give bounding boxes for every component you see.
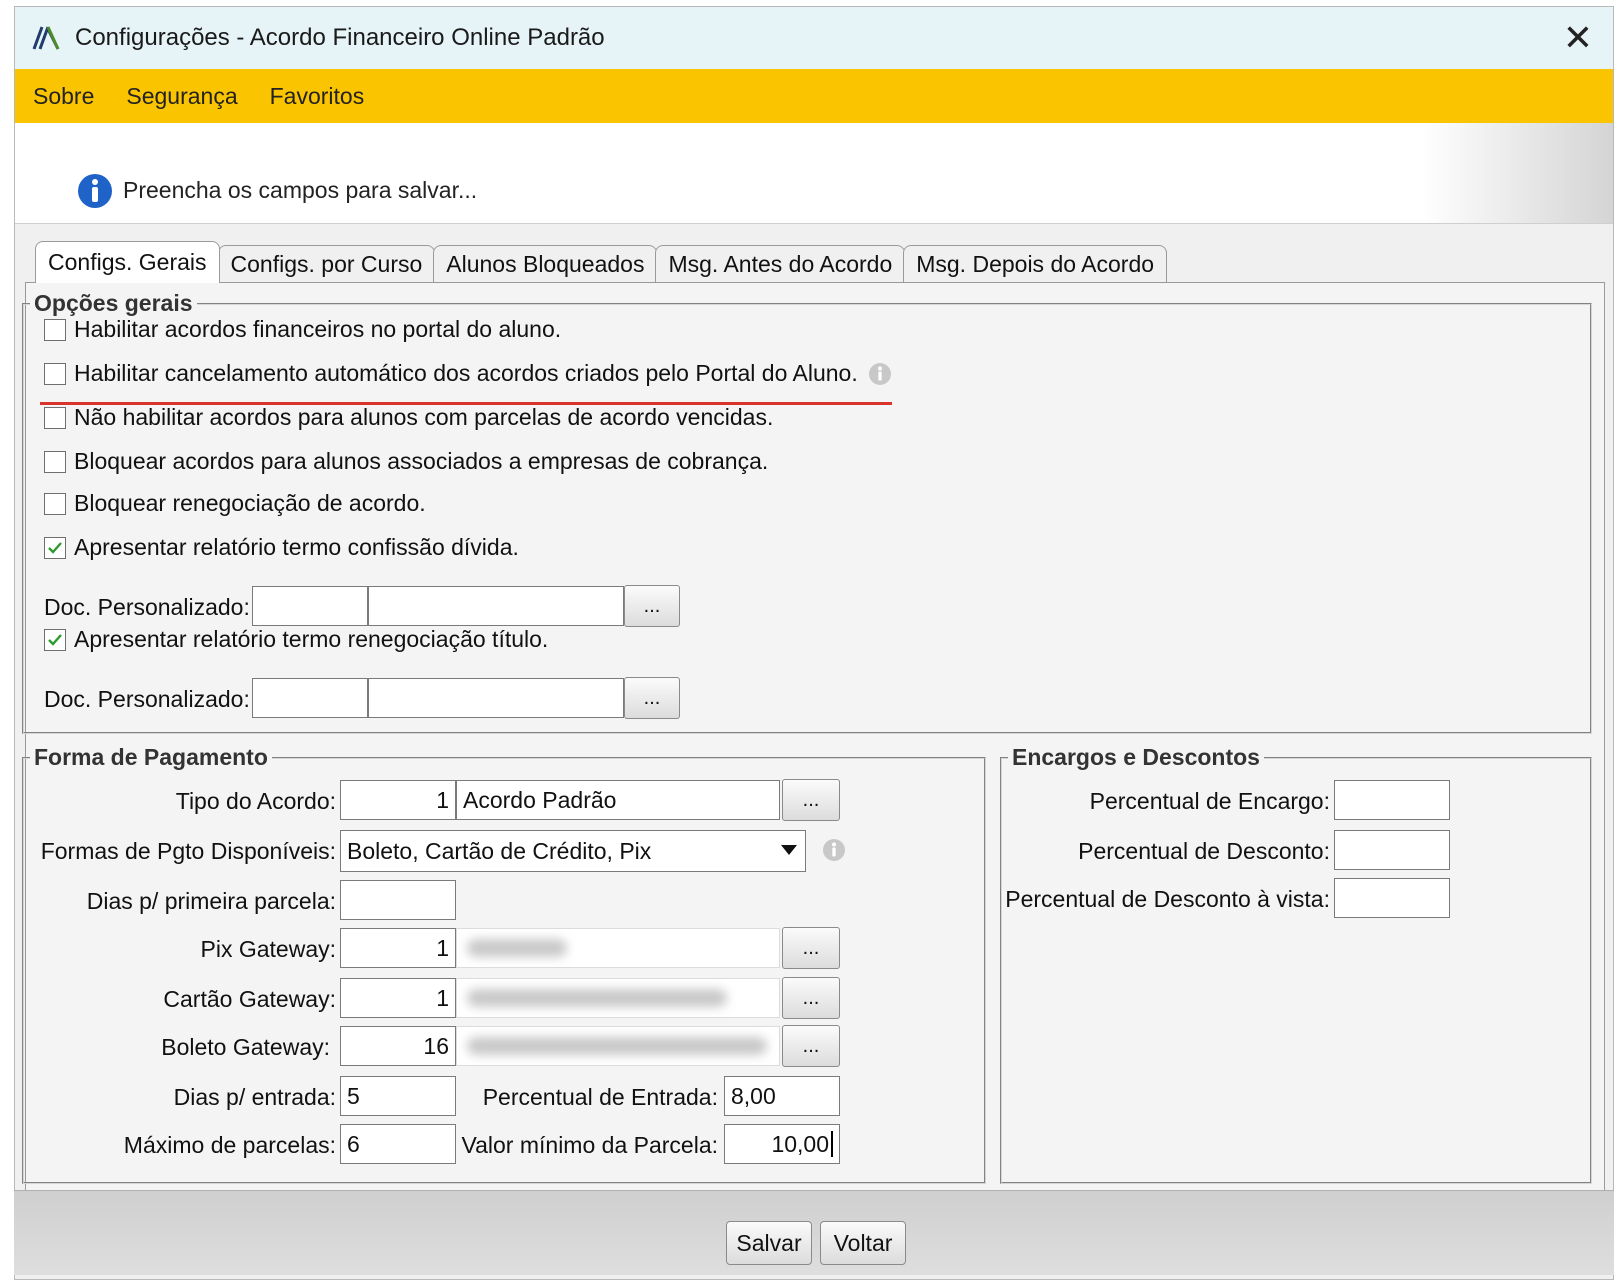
checkbox-label: Bloquear renegociação de acordo. (74, 490, 426, 516)
perc-desconto-label: Percentual de Desconto: (1078, 838, 1330, 864)
pix-gateway-label: Pix Gateway: (200, 936, 337, 962)
tab-alunos-bloqueados[interactable]: Alunos Bloqueados (433, 245, 658, 283)
info-message: Preencha os campos para salvar... (123, 177, 478, 203)
tipo-acordo-code-input[interactable]: 1 (340, 780, 456, 820)
info-bar: Preencha os campos para salvar... (15, 123, 1613, 224)
doc-personalizado-name-1[interactable] (368, 586, 624, 626)
boleto-gateway-name-redacted (456, 1026, 780, 1066)
boleto-gateway-code-input[interactable]: 16 (340, 1026, 456, 1066)
tipo-acordo-name-input[interactable]: Acordo Padrão (456, 780, 780, 820)
forma-pagamento-legend: Forma de Pagamento (34, 744, 268, 770)
menu-sobre[interactable]: Sobre (33, 83, 94, 110)
check-row-nao-habilitar: Não habilitar acordos para alunos com pa… (44, 404, 773, 431)
check-row-habilitar-acordos: Habilitar acordos financeiros no portal … (44, 316, 561, 343)
cartao-gateway-name-redacted (456, 978, 780, 1018)
perc-encargo-label: Percentual de Encargo: (1089, 788, 1330, 814)
check-row-renegociacao-titulo: Apresentar relatório termo renegociação … (44, 626, 548, 653)
formas-pgto-value: Boleto, Cartão de Crédito, Pix (347, 837, 652, 864)
checkmark-icon (48, 633, 62, 646)
checkbox-bloquear-renegociacao[interactable] (44, 492, 66, 515)
formas-pgto-select[interactable]: Boleto, Cartão de Crédito, Pix (340, 830, 806, 872)
menu-favoritos[interactable]: Favoritos (270, 83, 365, 110)
tab-configs-gerais[interactable]: Configs. Gerais (35, 241, 220, 283)
doc-personalizado-label-2: Doc. Personalizado: (44, 686, 250, 712)
tipo-acordo-browse-button[interactable]: ... (782, 779, 840, 821)
doc-personalizado-label-1: Doc. Personalizado: (44, 594, 250, 620)
pix-gateway-browse-button[interactable]: ... (782, 927, 840, 969)
checkbox-cancelamento-automatico[interactable] (44, 362, 66, 385)
checkmark-icon (48, 541, 62, 554)
valor-minimo-label: Valor mínimo da Parcela: (461, 1132, 718, 1158)
max-parcelas-input[interactable]: 6 (340, 1124, 456, 1164)
doc-personalizado-name-2[interactable] (368, 678, 624, 718)
checkbox-nao-habilitar[interactable] (44, 406, 66, 429)
cartao-gateway-code-input[interactable]: 1 (340, 978, 456, 1018)
boleto-gateway-browse-button[interactable]: ... (782, 1025, 840, 1067)
tab-configs-por-curso[interactable]: Configs. por Curso (217, 245, 436, 283)
max-parcelas-label: Máximo de parcelas: (123, 1132, 336, 1158)
close-icon[interactable]: ✕ (1563, 17, 1593, 59)
doc-personalizado-browse-button-1[interactable]: ... (624, 585, 680, 627)
perc-entrada-input[interactable]: 8,00 (724, 1076, 840, 1116)
check-row-cancelamento-automatico: Habilitar cancelamento automático dos ac… (44, 360, 892, 387)
menu-bar: Sobre Segurança Favoritos (15, 69, 1613, 123)
boleto-gateway-label: Boleto Gateway: (161, 1034, 330, 1060)
perc-desconto-input[interactable] (1334, 830, 1450, 870)
valor-minimo-input[interactable]: 10,00 (724, 1124, 840, 1164)
checkbox-habilitar-acordos[interactable] (44, 318, 66, 341)
perc-encargo-input[interactable] (1334, 780, 1450, 820)
valor-minimo-value: 10,00 (771, 1130, 829, 1157)
doc-personalizado-browse-button-2[interactable]: ... (624, 677, 680, 719)
opcoes-gerais-legend: Opções gerais (34, 290, 193, 316)
footer-bar: Salvar Voltar (14, 1190, 1614, 1275)
text-cursor (831, 1131, 833, 1157)
perc-entrada-label: Percentual de Entrada: (482, 1084, 718, 1110)
cartao-gateway-browse-button[interactable]: ... (782, 977, 840, 1019)
checkbox-bloquear-empresas[interactable] (44, 450, 66, 473)
checkbox-label: Não habilitar acordos para alunos com pa… (74, 404, 774, 430)
perc-desconto-vista-input[interactable] (1334, 878, 1450, 918)
window-title: Configurações - Acordo Financeiro Online… (75, 24, 605, 51)
pix-gateway-name-redacted (456, 928, 780, 968)
dias-primeira-input[interactable] (340, 880, 456, 920)
save-button[interactable]: Salvar (726, 1221, 812, 1265)
checkbox-confissao-divida[interactable] (44, 536, 66, 559)
tab-strip: Configs. Gerais Configs. por Curso Aluno… (35, 241, 1168, 283)
checkbox-label: Habilitar acordos financeiros no portal … (74, 316, 562, 342)
perc-desconto-vista-label: Percentual de Desconto à vista: (1005, 886, 1330, 912)
chevron-down-icon (781, 845, 797, 855)
cartao-gateway-label: Cartão Gateway: (163, 986, 336, 1012)
checkbox-label: Bloquear acordos para alunos associados … (74, 448, 769, 474)
check-row-bloquear-empresas: Bloquear acordos para alunos associados … (44, 448, 768, 475)
formas-pgto-label: Formas de Pgto Disponíveis: (40, 838, 336, 864)
tipo-acordo-label: Tipo do Acordo: (175, 788, 336, 814)
pix-gateway-code-input[interactable]: 1 (340, 928, 456, 968)
dias-entrada-input[interactable]: 5 (340, 1076, 456, 1116)
encargos-descontos-legend: Encargos e Descontos (1012, 744, 1260, 770)
menu-seguranca[interactable]: Segurança (126, 83, 237, 110)
info-hint-icon[interactable] (822, 838, 846, 862)
check-row-confissao-divida: Apresentar relatório termo confissão dív… (44, 534, 519, 561)
checkbox-renegociacao-titulo[interactable] (44, 628, 66, 651)
checkbox-label: Habilitar cancelamento automático dos ac… (74, 360, 858, 386)
info-hint-icon[interactable] (868, 362, 892, 386)
title-bar: Configurações - Acordo Financeiro Online… (15, 7, 1613, 69)
dias-entrada-label: Dias p/ entrada: (173, 1084, 336, 1110)
doc-personalizado-code-2[interactable] (252, 678, 368, 718)
app-logo-icon (32, 26, 60, 50)
dias-primeira-label: Dias p/ primeira parcela: (86, 888, 336, 914)
tab-msg-depois[interactable]: Msg. Depois do Acordo (903, 245, 1168, 283)
check-row-bloquear-renegociacao: Bloquear renegociação de acordo. (44, 490, 426, 517)
tab-msg-antes[interactable]: Msg. Antes do Acordo (655, 245, 906, 283)
checkbox-label: Apresentar relatório termo confissão dív… (74, 534, 519, 560)
checkbox-label: Apresentar relatório termo renegociação … (74, 626, 549, 652)
doc-personalizado-code-1[interactable] (252, 586, 368, 626)
info-icon (78, 174, 112, 208)
back-button[interactable]: Voltar (820, 1221, 906, 1265)
